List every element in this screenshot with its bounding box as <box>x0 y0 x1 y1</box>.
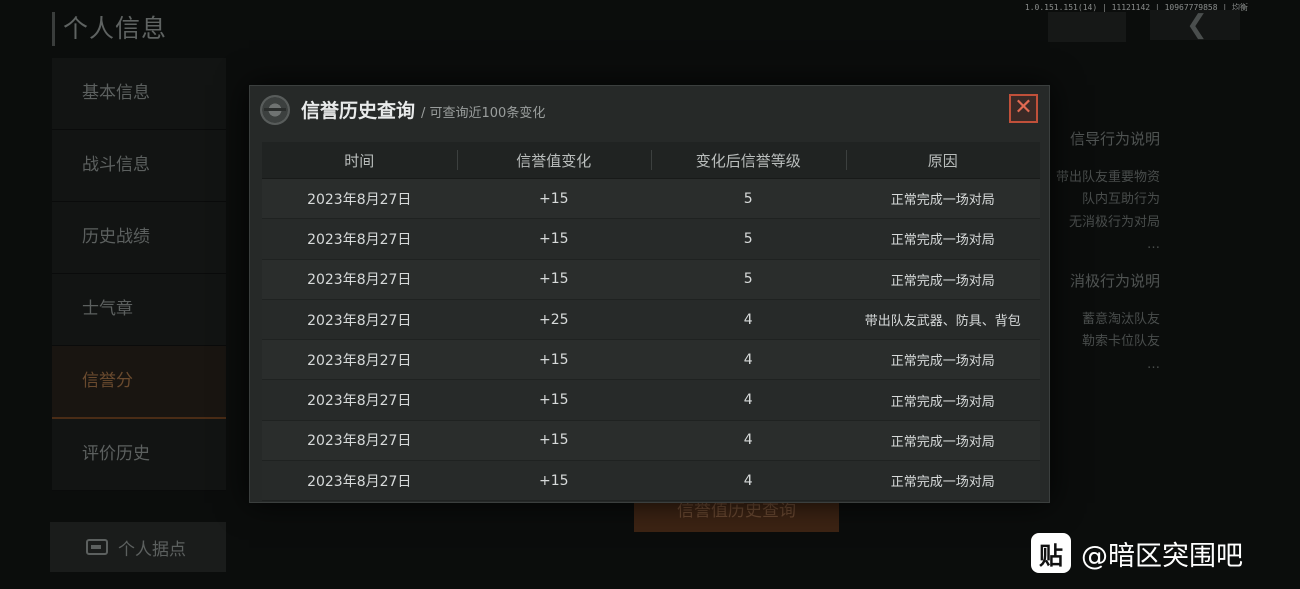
table-header: 时间 信誉值变化 变化后信誉等级 原因 <box>262 142 1040 179</box>
column-header-time: 时间 <box>344 151 375 170</box>
cell-reason: 正常完成一场对局 <box>890 354 995 370</box>
cell-change: +25 <box>538 311 569 328</box>
cell-time: 2023年8月27日 <box>307 352 412 369</box>
stronghold-icon <box>86 539 108 555</box>
back-arrow-icon: ❮ <box>1186 10 1208 40</box>
table-row: 2023年8月27日 +25 4 带出队友武器、防具、背包 <box>262 299 1040 341</box>
watermark-text: @暗区突围吧 <box>1081 540 1243 572</box>
cell-reason: 正常完成一场对局 <box>890 273 995 289</box>
cell-level: 5 <box>743 230 753 247</box>
negative-behavior-panel: 消极行为说明 蓄意淘汰队友 勒索卡位队友 … <box>1045 270 1160 376</box>
cell-time: 2023年8月27日 <box>307 191 412 208</box>
cell-change: +15 <box>538 271 569 288</box>
cell-change: +15 <box>538 432 569 449</box>
sidebar: 基本信息 战斗信息 历史战绩 士气章 信誉分 评价历史 <box>52 58 226 491</box>
cell-level: 4 <box>743 351 753 368</box>
positive-behavior-panel: 信导行为说明 带出队友重要物资 队内互助行为 无消极行为对局 … <box>1045 128 1160 257</box>
cell-level: 4 <box>743 311 753 328</box>
positive-item: 队内互助行为 <box>1081 192 1160 207</box>
cell-time: 2023年8月27日 <box>307 312 412 329</box>
top-action-button[interactable] <box>1048 12 1126 42</box>
cell-time: 2023年8月27日 <box>307 272 412 289</box>
positive-item: … <box>1147 237 1160 252</box>
cell-time: 2023年8月27日 <box>307 393 412 410</box>
table-row: 2023年8月27日 +15 5 正常完成一场对局 <box>262 179 1040 220</box>
cell-level: 4 <box>743 472 753 489</box>
table-row: 2023年8月27日 +15 4 正常完成一场对局 <box>262 380 1040 421</box>
stronghold-label: 个人据点 <box>118 539 186 560</box>
table-body[interactable]: 2023年8月27日 +15 5 正常完成一场对局 2023年8月27日 +15… <box>262 179 1040 502</box>
table-row: 2023年8月27日 +15 4 正常完成一场对局 <box>262 340 1040 381</box>
negative-item: … <box>1147 356 1160 372</box>
cell-change: +15 <box>538 190 569 207</box>
cell-level: 5 <box>743 190 753 207</box>
credit-history-button[interactable]: 信誉值历史查询 <box>634 500 839 532</box>
close-button[interactable]: ✕ <box>1009 94 1038 123</box>
watermark: 贴 @暗区突围吧 <box>1031 532 1243 574</box>
stronghold-button[interactable]: 个人据点 <box>50 522 226 572</box>
cell-time: 2023年8月27日 <box>307 433 412 450</box>
sidebar-item-match-history[interactable]: 历史战绩 <box>52 202 226 274</box>
back-button[interactable]: ❮ <box>1150 10 1240 40</box>
page-title: 个人信息 <box>52 12 167 46</box>
cell-reason: 带出队友武器、防具、背包 <box>864 314 1021 330</box>
cell-level: 4 <box>743 392 753 409</box>
table-row: 2023年8月27日 +15 5 正常完成一场对局 <box>262 219 1040 260</box>
cell-reason: 正常完成一场对局 <box>890 434 995 450</box>
table-row: 2023年8月27日 +15 4 正常完成一场对局 <box>262 461 1040 502</box>
cell-level: 5 <box>743 271 753 288</box>
cell-change: +15 <box>538 472 569 489</box>
positive-item: 带出队友重要物资 <box>1055 169 1160 185</box>
credit-history-modal: 信誉历史查询 / 可查询近100条变化 ✕ 时间 信誉值变化 变化后信誉等级 原… <box>249 85 1050 503</box>
positive-behavior-title: 信导行为说明 <box>1069 130 1160 148</box>
close-icon: ✕ <box>1014 95 1033 120</box>
negative-item: 勒索卡位队友 <box>1081 334 1160 349</box>
cell-change: +15 <box>538 351 569 368</box>
modal-title: 信誉历史查询 <box>301 100 416 122</box>
sidebar-item-morale-badge[interactable]: 士气章 <box>52 274 226 346</box>
sidebar-item-basic-info[interactable]: 基本信息 <box>52 58 226 130</box>
cell-change: +15 <box>538 392 569 409</box>
column-header-change: 信誉值变化 <box>456 142 652 178</box>
table-row: 2023年8月27日 +15 4 正常完成一场对局 <box>262 420 1040 462</box>
table-row: 2023年8月27日 +15 5 正常完成一场对局 <box>262 259 1040 300</box>
cell-time: 2023年8月27日 <box>307 473 412 490</box>
cell-reason: 正常完成一场对局 <box>890 394 995 410</box>
cell-change: +15 <box>538 230 569 247</box>
negative-behavior-title: 消极行为说明 <box>1069 272 1160 290</box>
modal-header: 信誉历史查询 / 可查询近100条变化 ✕ <box>250 86 1049 134</box>
modal-subtitle: / 可查询近100条变化 <box>421 106 546 121</box>
positive-item: 无消极行为对局 <box>1068 214 1160 230</box>
column-header-level: 变化后信誉等级 <box>651 142 846 178</box>
sidebar-item-combat-info[interactable]: 战斗信息 <box>52 130 226 202</box>
column-header-reason: 原因 <box>845 142 1041 178</box>
emblem-icon <box>260 95 290 125</box>
negative-item: 蓄意淘汰队友 <box>1081 311 1160 327</box>
cell-reason: 正常完成一场对局 <box>890 193 995 209</box>
cell-reason: 正常完成一场对局 <box>890 475 995 491</box>
tieba-logo-icon: 贴 <box>1031 533 1071 573</box>
sidebar-item-credit-score[interactable]: 信誉分 <box>52 346 226 419</box>
credit-history-table: 时间 信誉值变化 变化后信誉等级 原因 2023年8月27日 +15 5 正常完… <box>262 142 1040 502</box>
sidebar-item-rating-history[interactable]: 评价历史 <box>52 419 226 491</box>
cell-level: 4 <box>743 432 753 449</box>
cell-reason: 正常完成一场对局 <box>890 233 995 249</box>
cell-time: 2023年8月27日 <box>307 231 412 248</box>
